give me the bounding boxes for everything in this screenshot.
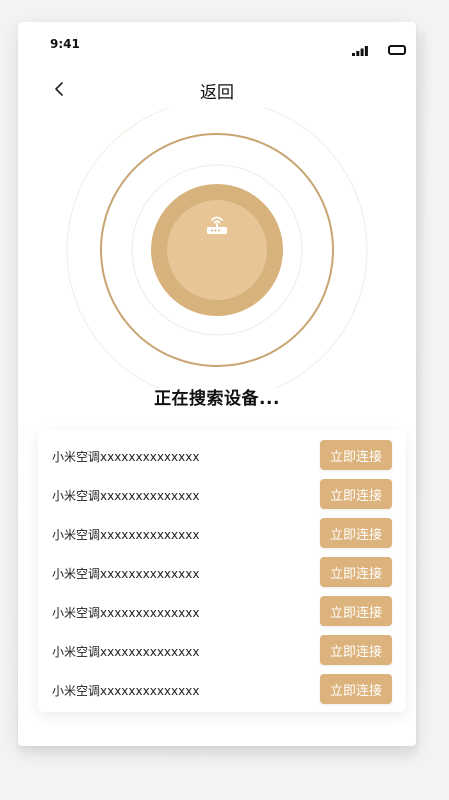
status-time: 9:41	[50, 37, 80, 51]
list-item: 小米空调xxxxxxxxxxxxxx 立即连接	[38, 479, 406, 518]
device-name: 小米空调xxxxxxxxxxxxxx	[52, 528, 200, 542]
connect-button[interactable]: 立即连接	[320, 518, 392, 548]
list-item: 小米空调xxxxxxxxxxxxxx 立即连接	[38, 518, 406, 557]
connect-button[interactable]: 立即连接	[320, 674, 392, 704]
connect-button[interactable]: 立即连接	[320, 557, 392, 587]
connect-button[interactable]: 立即连接	[320, 440, 392, 470]
battery-icon	[388, 45, 406, 55]
device-name: 小米空调xxxxxxxxxxxxxx	[52, 450, 200, 464]
nav-bar: 返回	[18, 72, 416, 108]
list-item: 小米空调xxxxxxxxxxxxxx 立即连接	[38, 440, 406, 479]
device-name: 小米空调xxxxxxxxxxxxxx	[52, 606, 200, 620]
searching-status: 正在搜索设备...	[154, 389, 280, 409]
router-icon	[207, 216, 227, 234]
radar-animation	[18, 99, 416, 401]
device-name: 小米空调xxxxxxxxxxxxxx	[52, 684, 200, 698]
list-item: 小米空调xxxxxxxxxxxxxx 立即连接	[38, 674, 406, 712]
device-name: 小米空调xxxxxxxxxxxxxx	[52, 567, 200, 581]
list-item: 小米空调xxxxxxxxxxxxxx 立即连接	[38, 596, 406, 635]
page-title: 返回	[200, 83, 234, 103]
list-item: 小米空调xxxxxxxxxxxxxx 立即连接	[38, 635, 406, 674]
connect-button[interactable]: 立即连接	[320, 635, 392, 665]
device-name: 小米空调xxxxxxxxxxxxxx	[52, 645, 200, 659]
device-name: 小米空调xxxxxxxxxxxxxx	[52, 489, 200, 503]
connect-button[interactable]: 立即连接	[320, 596, 392, 626]
device-list: 小米空调xxxxxxxxxxxxxx 立即连接 小米空调xxxxxxxxxxxx…	[38, 430, 406, 712]
list-item: 小米空调xxxxxxxxxxxxxx 立即连接	[38, 557, 406, 596]
radar-rings	[66, 99, 368, 401]
phone-screen: 9:41 返回 正在搜索设备... 小米空调xxxxxxxxxxxxxx 立即连…	[18, 22, 416, 746]
connect-button[interactable]: 立即连接	[320, 479, 392, 509]
cellular-signal-icon	[352, 46, 368, 56]
status-bar: 9:41	[18, 22, 416, 66]
